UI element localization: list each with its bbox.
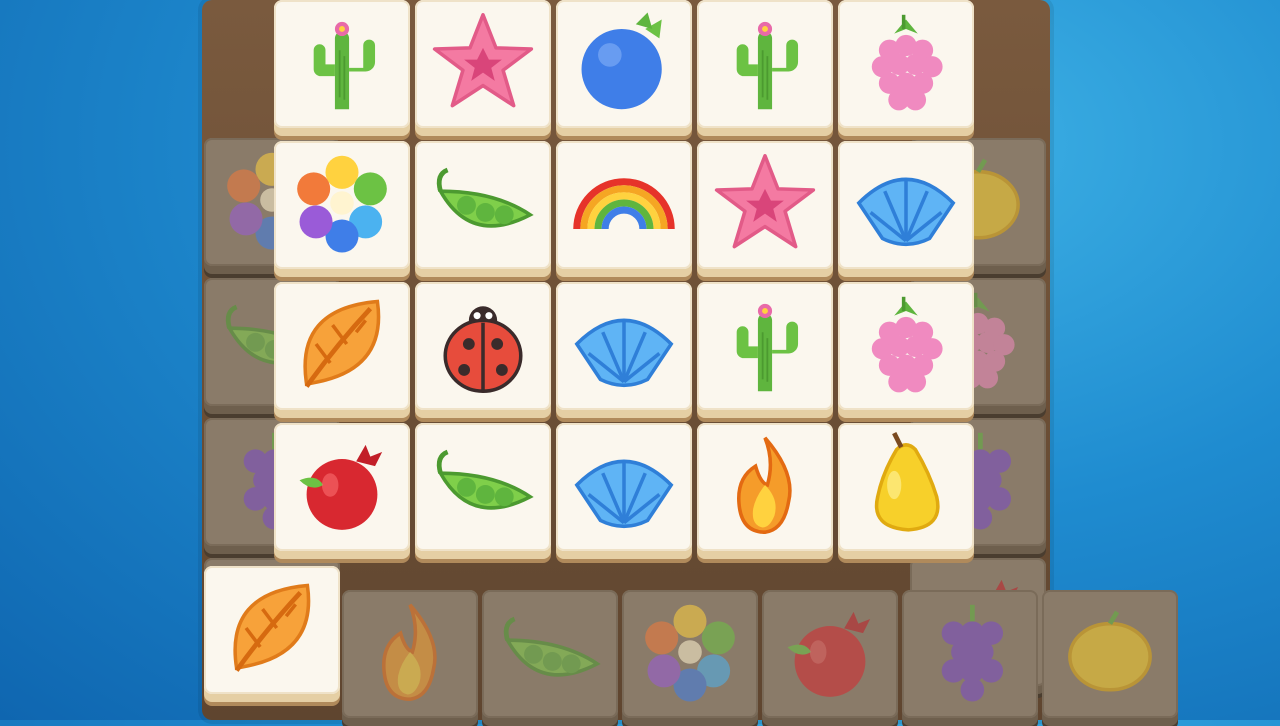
peapod-icon [424,426,542,548]
tile-face [204,566,340,694]
tile-face [556,0,692,128]
tile-flower[interactable] [274,141,410,277]
tile-face [1042,590,1178,718]
tile-ladybug[interactable] [415,282,551,418]
tile-face [342,590,478,718]
flower-icon [283,144,401,266]
tile-rainbow[interactable] [556,141,692,277]
tile-face [697,282,833,410]
cactus-icon [706,3,824,125]
tile-face [838,141,974,269]
tile-face [556,141,692,269]
tile-face [415,423,551,551]
tile-face [762,590,898,718]
tile-face [274,0,410,128]
fire-icon [706,426,824,548]
tile-face [838,282,974,410]
leaf-icon [213,569,331,691]
cactus-icon [706,285,824,407]
starfish-icon [424,3,542,125]
grape-icon [911,593,1029,715]
tile-shell[interactable] [556,282,692,418]
tile-raspberry[interactable] [838,0,974,136]
tile-face [415,0,551,128]
tile-cactus[interactable] [697,282,833,418]
starfish-icon [706,144,824,266]
bg-tile-bottom-fire [342,590,478,726]
tile-starfish[interactable] [697,141,833,277]
tile-pomegranate[interactable] [274,423,410,559]
tile-face [697,141,833,269]
tile-face [902,590,1038,718]
tile-starfish[interactable] [415,0,551,136]
shell-icon [565,426,683,548]
tile-face [274,282,410,410]
bg-tile-bottom-lemon [1042,590,1178,726]
shell-icon [847,144,965,266]
raspberry-icon [847,3,965,125]
pear-icon [847,426,965,548]
tile-face [274,423,410,551]
game-board [202,0,1178,726]
peapod-icon [491,593,609,715]
tile-peapod[interactable] [415,423,551,559]
tile-cactus[interactable] [274,0,410,136]
tile-pear[interactable] [838,423,974,559]
tile-face [556,282,692,410]
fire-icon [351,593,469,715]
selected-tile-leaf[interactable] [204,566,340,702]
tile-raspberry[interactable] [838,282,974,418]
tile-face [556,423,692,551]
tile-face [697,423,833,551]
pomegranate-icon [771,593,889,715]
lemon-icon [1051,593,1169,715]
tile-shell[interactable] [838,141,974,277]
raspberry-icon [847,285,965,407]
bg-tile-bottom-flower [622,590,758,726]
bg-tile-bottom-grape [902,590,1038,726]
flower-icon [631,593,749,715]
tile-face [697,0,833,128]
rainbow-icon [565,144,683,266]
tile-shell[interactable] [556,423,692,559]
blueberry-icon [565,3,683,125]
tile-peapod[interactable] [415,141,551,277]
ladybug-icon [424,285,542,407]
bg-tile-bottom-peapod [482,590,618,726]
tile-face [622,590,758,718]
leaf-icon [283,285,401,407]
cactus-icon [283,3,401,125]
peapod-icon [424,144,542,266]
tile-leaf[interactable] [274,282,410,418]
tile-face [838,423,974,551]
tile-face [482,590,618,718]
tile-face [838,0,974,128]
shell-icon [565,285,683,407]
tile-fire[interactable] [697,423,833,559]
tile-cactus[interactable] [697,0,833,136]
pomegranate-icon [283,426,401,548]
tile-face [274,141,410,269]
bg-tile-bottom-pomegranate [762,590,898,726]
tile-face [415,141,551,269]
tile-face [415,282,551,410]
tile-blueberry[interactable] [556,0,692,136]
